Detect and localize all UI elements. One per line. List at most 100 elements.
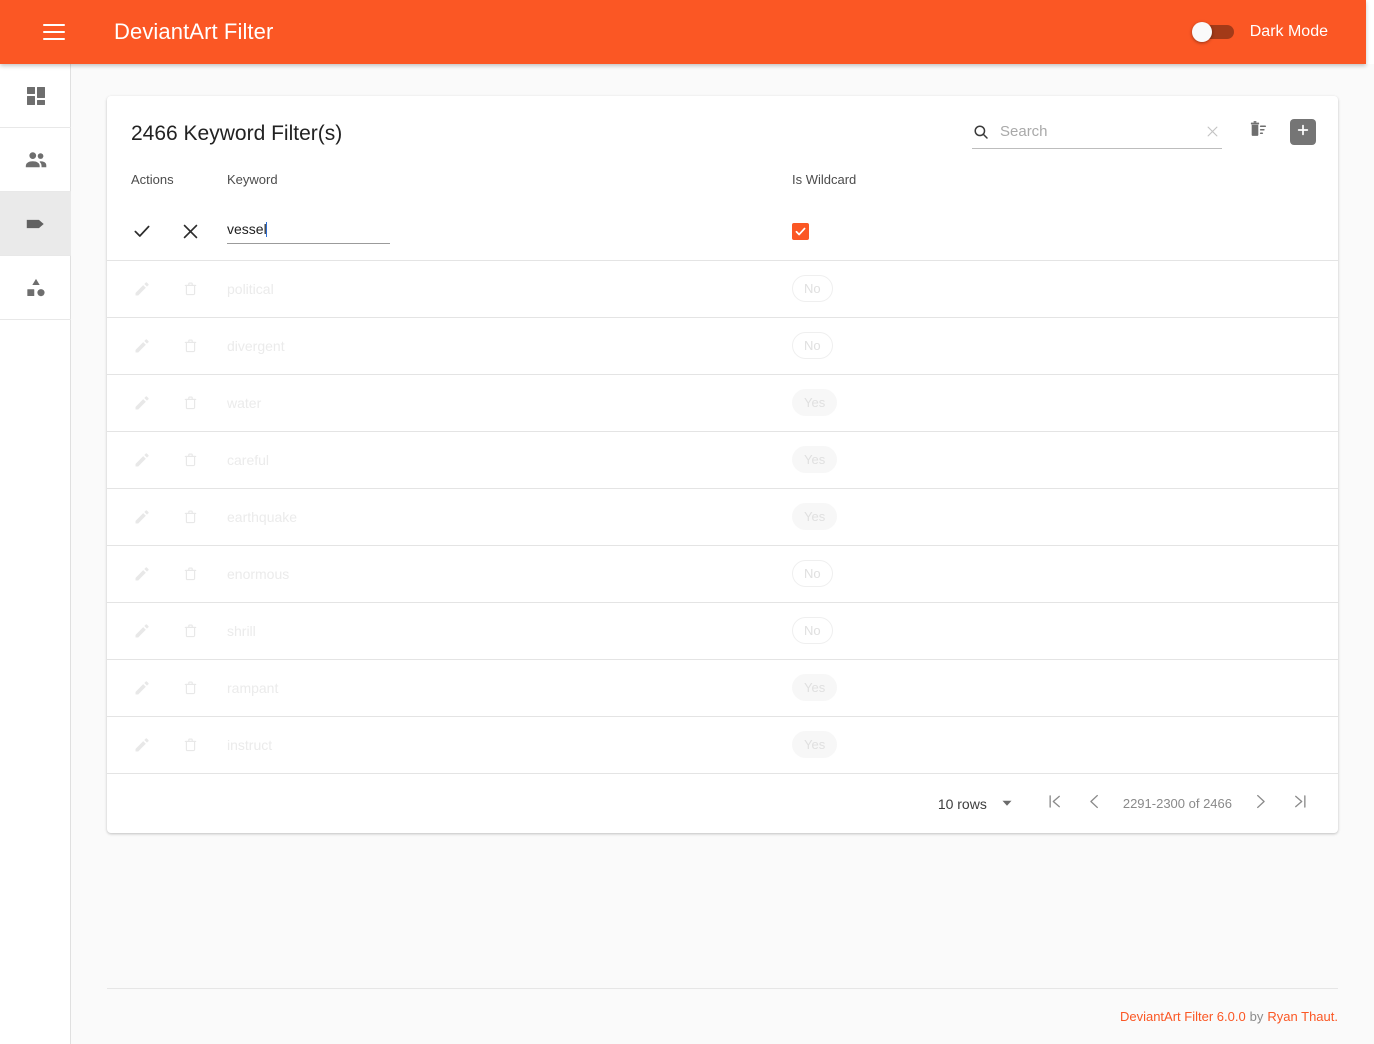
text-cursor — [265, 221, 267, 237]
edit-row-icon[interactable] — [131, 506, 153, 528]
delete-row-icon[interactable] — [179, 449, 201, 471]
cell-is-wildcard: No — [792, 544, 1338, 602]
delete-row-icon[interactable] — [179, 278, 201, 300]
cancel-edit-icon[interactable] — [179, 220, 201, 242]
table-row[interactable]: shrill No — [107, 601, 1338, 659]
table-row[interactable]: divergent No — [107, 316, 1338, 374]
delete-row-icon[interactable] — [179, 563, 201, 585]
is-wildcard-checkbox[interactable] — [792, 222, 809, 240]
cell-keyword: divergent — [227, 316, 792, 374]
footer-product-link[interactable]: DeviantArt Filter 6.0.0 — [1120, 1009, 1246, 1024]
cell-is-wildcard: Yes — [792, 430, 1338, 488]
clear-search-icon[interactable] — [1202, 122, 1222, 142]
table-row[interactable]: earthquake Yes — [107, 487, 1338, 545]
dark-mode-toggle[interactable]: Dark Mode — [1191, 22, 1328, 42]
app-title: DeviantArt Filter — [114, 19, 274, 44]
edit-row-icon[interactable] — [131, 677, 153, 699]
column-header-is-wildcard: Is Wildcard — [792, 172, 857, 187]
delete-row-icon[interactable] — [179, 506, 201, 528]
cell-is-wildcard: Yes — [792, 658, 1338, 716]
last-page-icon — [1291, 792, 1310, 816]
table-row[interactable]: instruct Yes — [107, 715, 1338, 773]
first-page-button[interactable] — [1035, 784, 1075, 824]
cell-actions — [107, 430, 227, 488]
search-field[interactable] — [972, 115, 1222, 149]
cell-keyword-edit — [227, 203, 792, 260]
dark-mode-label: Dark Mode — [1249, 23, 1328, 40]
table-row[interactable]: careful Yes — [107, 430, 1338, 488]
wildcard-chip: No — [792, 275, 833, 302]
hamburger-bar — [43, 24, 65, 26]
cell-keyword: earthquake — [227, 487, 792, 545]
sidebar-item-keywords[interactable] — [0, 192, 71, 256]
delete-row-icon[interactable] — [179, 392, 201, 414]
hamburger-bar — [43, 31, 65, 33]
page-title: 2466 Keyword Filter(s) — [131, 122, 343, 145]
cell-keyword: careful — [227, 430, 792, 488]
cell-actions — [107, 544, 227, 602]
wildcard-chip: Yes — [792, 731, 838, 759]
edit-row-icon[interactable] — [131, 278, 153, 300]
paginator: 10 rows 2291-2300 of 2466 — [107, 773, 1338, 833]
edit-row-icon[interactable] — [131, 620, 153, 642]
keyword-input[interactable] — [227, 218, 390, 244]
delete-row-icon[interactable] — [179, 734, 201, 756]
cell-is-wildcard: No — [792, 601, 1338, 659]
column-header-actions: Actions — [131, 172, 174, 187]
next-page-button[interactable] — [1240, 784, 1280, 824]
keyword-value: divergent — [227, 337, 285, 354]
edit-row-icon[interactable] — [131, 734, 153, 756]
delete-sweep-button[interactable] — [1238, 112, 1278, 152]
cell-actions — [107, 715, 227, 773]
delete-row-icon[interactable] — [179, 620, 201, 642]
footer-author-link[interactable]: Ryan Thaut. — [1267, 1009, 1338, 1024]
card-header: 2466 Keyword Filter(s) — [107, 96, 1338, 160]
hamburger-bar — [43, 38, 65, 40]
confirm-edit-icon[interactable] — [131, 220, 153, 242]
table-body: political No — [107, 203, 1338, 773]
keyword-filters-table: Actions Keyword Is Wildcard vessel polit… — [107, 160, 1338, 773]
previous-page-button[interactable] — [1075, 784, 1115, 824]
add-filter-button[interactable] — [1290, 119, 1316, 145]
cell-keyword: enormous — [227, 544, 792, 602]
cell-keyword: water — [227, 373, 792, 431]
page-range-label: 2291-2300 of 2466 — [1122, 796, 1232, 811]
wildcard-chip: Yes — [792, 674, 838, 701]
search-input[interactable] — [1000, 123, 1202, 140]
last-page-button[interactable] — [1280, 784, 1320, 824]
keyword-value: political — [227, 280, 274, 297]
keyword-value: enormous — [227, 565, 290, 582]
hamburger-icon[interactable] — [34, 12, 74, 52]
table-row[interactable]: water Yes — [107, 373, 1338, 431]
cell-keyword: rampant — [227, 658, 792, 716]
delete-row-icon[interactable] — [179, 335, 201, 357]
wildcard-chip: Yes — [792, 389, 838, 416]
edit-row-icon[interactable] — [131, 335, 153, 357]
cell-actions — [107, 601, 227, 659]
dashboard-icon — [24, 84, 48, 108]
sidebar-item-categories[interactable] — [0, 256, 71, 320]
cell-actions — [107, 259, 227, 317]
toggle-switch[interactable] — [1191, 22, 1236, 42]
edit-row-icon[interactable] — [131, 392, 153, 414]
cell-is-wildcard: No — [792, 316, 1338, 374]
table-row[interactable]: enormous No — [107, 544, 1338, 602]
sidebar-item-dashboard[interactable] — [0, 64, 71, 128]
cell-is-wildcard: Yes — [792, 715, 1338, 773]
chevron-right-icon — [1251, 792, 1270, 816]
cell-is-wildcard-edit — [792, 203, 1338, 260]
edit-row-icon[interactable] — [131, 563, 153, 585]
rows-per-page-select[interactable]: 10 rows — [938, 796, 1013, 812]
keyword-value: water — [227, 394, 262, 411]
table-row-editing — [107, 203, 1338, 260]
sidebar-item-users[interactable] — [0, 128, 71, 192]
delete-row-icon[interactable] — [179, 677, 201, 699]
delete-sweep-icon — [1248, 119, 1269, 145]
edit-row-icon[interactable] — [131, 449, 153, 471]
category-icon — [23, 275, 49, 301]
table-row[interactable]: political No — [107, 259, 1338, 317]
cell-keyword: instruct — [227, 715, 792, 773]
table-row[interactable]: rampant Yes — [107, 658, 1338, 716]
wildcard-chip: Yes — [792, 503, 838, 530]
keyword-value: earthquake — [227, 508, 298, 525]
